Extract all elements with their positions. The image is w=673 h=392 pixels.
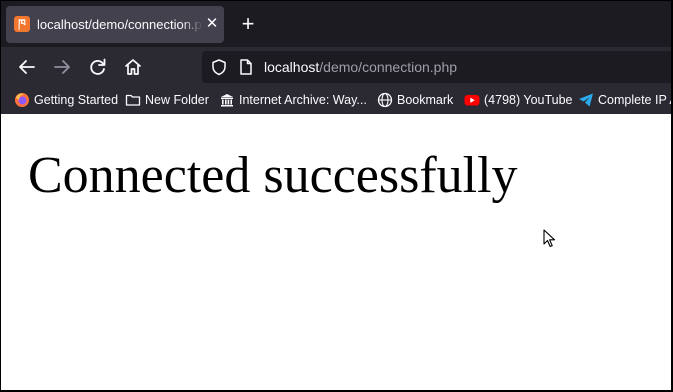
back-button[interactable]	[16, 56, 38, 78]
home-button[interactable]	[122, 56, 144, 78]
bookmark-label: (4798) YouTube	[484, 93, 573, 107]
url-text[interactable]: localhost/demo/connection.php	[264, 58, 457, 76]
folder-icon	[125, 94, 141, 106]
tab-title: localhost/demo/connection.php	[37, 16, 203, 34]
tab-strip: ཁ localhost/demo/connection.php ✕ +	[1, 1, 671, 47]
bookmark-label: Internet Archive: Way...	[239, 93, 367, 107]
home-icon	[125, 59, 141, 75]
back-arrow-icon	[19, 60, 35, 74]
browser-window: ཁ localhost/demo/connection.php ✕ + loca…	[1, 1, 671, 390]
bookmark-label: Getting Started	[34, 93, 119, 107]
mouse-pointer-icon	[543, 229, 556, 248]
page-icon[interactable]	[238, 58, 254, 76]
xampp-icon: ཁ	[14, 16, 30, 32]
close-icon[interactable]: ✕	[204, 15, 220, 33]
reload-button[interactable]	[87, 56, 109, 78]
bookmark-label: Bookmark	[397, 93, 454, 107]
page-content: Connected successfully	[1, 114, 671, 390]
url-bar[interactable]: localhost/demo/connection.php	[202, 51, 671, 83]
page-heading: Connected successfully	[28, 147, 518, 204]
bookmark-label: New Folder	[145, 93, 209, 107]
tab-connection-php[interactable]: ཁ localhost/demo/connection.php ✕	[6, 6, 224, 43]
new-tab-button[interactable]: +	[237, 13, 259, 35]
globe-icon	[377, 92, 393, 108]
reload-icon	[90, 58, 106, 75]
url-path: /demo/connection.php	[319, 59, 458, 75]
telegram-icon	[579, 93, 593, 107]
forward-button[interactable]	[51, 56, 73, 78]
youtube-icon	[464, 95, 480, 106]
shield-icon[interactable]	[210, 58, 228, 76]
archive-icon	[221, 94, 233, 107]
bookmarks-toolbar: Getting Started New Folder Internet Arch…	[1, 87, 671, 114]
forward-arrow-icon	[54, 60, 70, 74]
url-host: localhost	[264, 59, 320, 75]
firefox-icon	[15, 93, 29, 107]
navigation-toolbar: localhost/demo/connection.php	[1, 47, 671, 87]
bookmark-label: Complete IP A	[598, 93, 671, 107]
